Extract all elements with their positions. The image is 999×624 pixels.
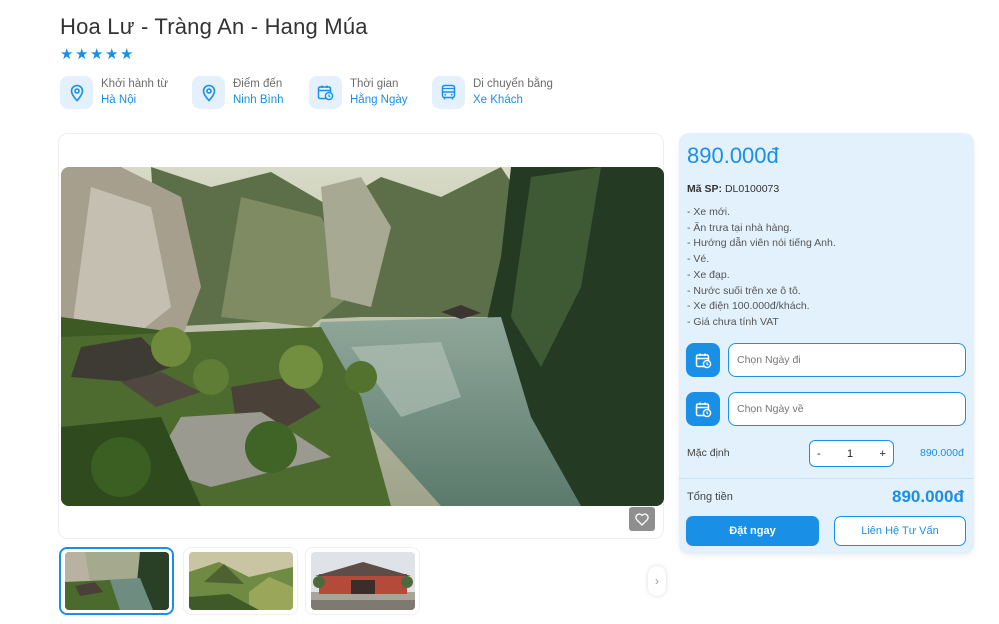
calendar-clock-icon (309, 76, 342, 109)
include-item: - Hướng dẫn viên nói tiếng Anh. (687, 237, 836, 250)
total-price: 890.000đ (892, 487, 964, 506)
include-item: - Xe đạp. (687, 268, 730, 281)
main-tour-photo[interactable] (61, 167, 664, 506)
include-item: - Ăn trưa tại nhà hàng. (687, 221, 793, 234)
info-value: Ninh Bình (233, 94, 284, 106)
info-value: Hằng Ngày (350, 94, 408, 106)
star-icon: ★ (105, 46, 119, 63)
location-pin-icon (192, 76, 225, 109)
star-icon: ★ (60, 46, 74, 63)
return-date-input[interactable] (728, 392, 966, 426)
info-departure: Khởi hành từ Hà Nội (60, 76, 192, 109)
info-transport: Di chuyển bằng Xe Khách (432, 76, 572, 109)
quantity-stepper: - 1 + (809, 440, 894, 467)
tour-info-row: Khởi hành từ Hà Nội Điểm đến Ninh Bình T… (60, 76, 572, 109)
location-pin-icon (60, 76, 93, 109)
include-item: - Nước suối trên xe ô tô. (687, 284, 801, 297)
thumbnail-image (188, 552, 293, 610)
star-icon: ★ (120, 46, 134, 63)
thumbnail-3[interactable] (305, 547, 420, 615)
departure-date-row (686, 343, 966, 377)
include-item: - Giá chưa tính VAT (687, 315, 779, 328)
info-value: Xe Khách (473, 94, 523, 106)
info-label: Điểm đến (233, 78, 283, 90)
bus-icon (432, 76, 465, 109)
sku-value: DL0100073 (724, 183, 780, 195)
calendar-clock-icon[interactable] (686, 392, 720, 426)
include-item: - Vé. (687, 253, 710, 266)
tour-price: 890.000đ (687, 143, 779, 168)
quantity-value[interactable]: 1 (847, 448, 853, 460)
star-icon: ★ (75, 46, 89, 63)
chevron-right-icon: › (655, 574, 659, 588)
favorite-button[interactable] (629, 507, 655, 531)
sku-label: Mã SP: (687, 183, 723, 195)
thumbnail-image (64, 552, 169, 610)
thumbnail-image (310, 552, 415, 610)
tour-includes-list: - Xe mới. - Ăn trưa tại nhà hàng. - Hướn… (687, 205, 836, 331)
contact-consult-button[interactable]: Liên Hệ Tư Vấn (834, 516, 966, 546)
include-item: - Xe mới. (687, 206, 731, 218)
info-schedule: Thời gian Hằng Ngày (309, 76, 432, 109)
info-label: Di chuyển bằng (473, 78, 553, 90)
departure-date-input[interactable] (728, 343, 966, 377)
heart-icon (635, 512, 649, 526)
info-label: Thời gian (350, 78, 399, 90)
info-value: Hà Nội (101, 94, 137, 106)
book-now-button[interactable]: Đặt ngay (686, 516, 819, 546)
quantity-label: Mặc định (687, 447, 730, 459)
info-destination: Điểm đến Ninh Bình (192, 76, 309, 109)
thumbnails-next-button[interactable]: › (648, 566, 666, 596)
include-item: - Xe điện 100.000đ/khách. (687, 300, 810, 313)
line-price: 890.000đ (920, 447, 964, 459)
total-label: Tổng tiền (687, 491, 733, 503)
rating-stars: ★ ★ ★ ★ ★ (60, 46, 134, 63)
return-date-row (686, 392, 966, 426)
panel-divider (679, 478, 974, 479)
quantity-decrement-button[interactable]: - (817, 448, 821, 460)
thumbnail-1[interactable] (59, 547, 174, 615)
info-label: Khởi hành từ (101, 78, 169, 90)
quantity-increment-button[interactable]: + (880, 448, 886, 460)
calendar-clock-icon[interactable] (686, 343, 720, 377)
product-code: Mã SP: DL0100073 (687, 183, 779, 195)
star-icon: ★ (90, 46, 104, 63)
page-title: Hoa Lư - Tràng An - Hang Múa (60, 14, 368, 39)
thumbnail-2[interactable] (183, 547, 298, 615)
